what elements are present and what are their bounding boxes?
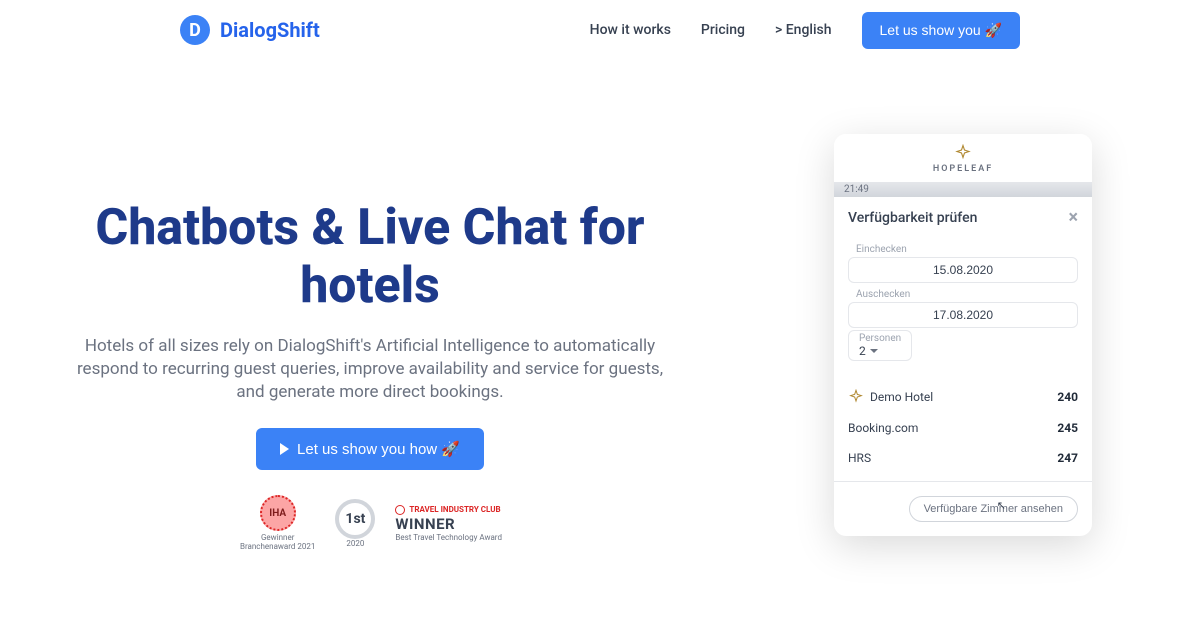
persons-select[interactable]: Personen 2	[848, 330, 912, 361]
persons-number: 2	[859, 344, 866, 358]
nav-pricing[interactable]: Pricing	[701, 22, 745, 38]
price-row: Demo Hotel 240	[848, 381, 1078, 413]
award-first-place: 1st 2020	[335, 499, 375, 548]
first-place-icon: 1st	[335, 499, 375, 539]
hero-subtitle: Hotels of all sizes rely on DialogShift'…	[40, 335, 700, 404]
checkin-input[interactable]	[848, 257, 1078, 283]
awards: IHA Gewinner Branchenaward 2021 1st 2020…	[240, 495, 502, 551]
chat-title-row: Verfügbarkeit prüfen ×	[834, 197, 1092, 238]
chat-form: Einchecken Auschecken Personen 2	[834, 244, 1092, 373]
logo-icon: D	[180, 15, 210, 45]
logo-text: DialogShift	[220, 18, 320, 42]
award-winner: TRAVEL INDUSTRY CLUB WINNER Best Travel …	[395, 505, 502, 542]
iha-line1: Gewinner	[261, 533, 294, 542]
winner-title: WINNER	[395, 515, 502, 533]
view-rooms-button[interactable]: Verfügbare Zimmer ansehen	[909, 496, 1078, 522]
hopeleaf-icon	[954, 144, 972, 162]
nav: How it works Pricing > English Let us sh…	[590, 12, 1020, 49]
nav-language[interactable]: > English	[775, 22, 832, 38]
nav-how-it-works[interactable]: How it works	[590, 22, 671, 38]
chat-header: HOPELEAF	[834, 134, 1092, 182]
hero-cta-label: Let us show you how 🚀	[297, 440, 460, 458]
price-name: HRS	[848, 451, 871, 465]
winner-brand: TRAVEL INDUSTRY CLUB	[395, 505, 502, 515]
logo[interactable]: D DialogShift	[180, 15, 320, 45]
header-cta-label: Let us show you 🚀	[880, 22, 1003, 39]
price-list: Demo Hotel 240 Booking.com 245 HRS 247	[834, 373, 1092, 477]
chat-widget: HOPELEAF 21:49 Verfügbarkeit prüfen × Ei…	[834, 134, 1092, 536]
close-icon[interactable]: ×	[1068, 207, 1078, 228]
hotel-icon	[848, 389, 864, 405]
header-cta-button[interactable]: Let us show you 🚀	[862, 12, 1021, 49]
hero-cta-button[interactable]: Let us show you how 🚀	[256, 428, 484, 470]
winner-sub: Best Travel Technology Award	[395, 533, 502, 542]
checkout-label: Auschecken	[848, 289, 1078, 300]
hopeleaf-logo: HOPELEAF	[933, 144, 993, 174]
checkout-input[interactable]	[848, 302, 1078, 328]
price-value: 245	[1057, 421, 1078, 435]
price-row: Booking.com 245	[848, 413, 1078, 443]
persons-value: 2	[859, 344, 901, 358]
chevron-down-icon	[870, 349, 878, 353]
play-icon	[280, 443, 289, 455]
price-name: Booking.com	[848, 421, 918, 435]
iha-badge-icon: IHA	[260, 495, 296, 531]
header: D DialogShift How it works Pricing > Eng…	[0, 0, 1200, 60]
price-label: Demo Hotel	[870, 390, 933, 404]
chat-title: Verfügbarkeit prüfen	[848, 210, 977, 226]
hero-title: Chatbots & Live Chat for hotels	[40, 200, 700, 315]
price-value: 240	[1057, 390, 1078, 404]
winner-brand-icon	[395, 505, 405, 515]
award-iha: IHA Gewinner Branchenaward 2021	[240, 495, 315, 551]
price-name: Demo Hotel	[848, 389, 933, 405]
winner-brand-text: TRAVEL INDUSTRY CLUB	[409, 505, 500, 514]
persons-label: Personen	[859, 333, 901, 344]
cursor-icon: ↖	[997, 499, 1006, 512]
first-place-year: 2020	[346, 539, 364, 548]
price-value: 247	[1057, 451, 1078, 465]
divider	[834, 481, 1092, 482]
hopeleaf-text: HOPELEAF	[933, 164, 993, 174]
hero: Chatbots & Live Chat for hotels Hotels o…	[40, 200, 700, 470]
chat-footer: Verfügbare Zimmer ansehen ↖	[834, 486, 1092, 536]
chat-timestamp: 21:49	[834, 182, 1092, 197]
checkin-label: Einchecken	[848, 244, 1078, 255]
price-row: HRS 247	[848, 443, 1078, 473]
iha-line2: Branchenaward 2021	[240, 542, 315, 551]
